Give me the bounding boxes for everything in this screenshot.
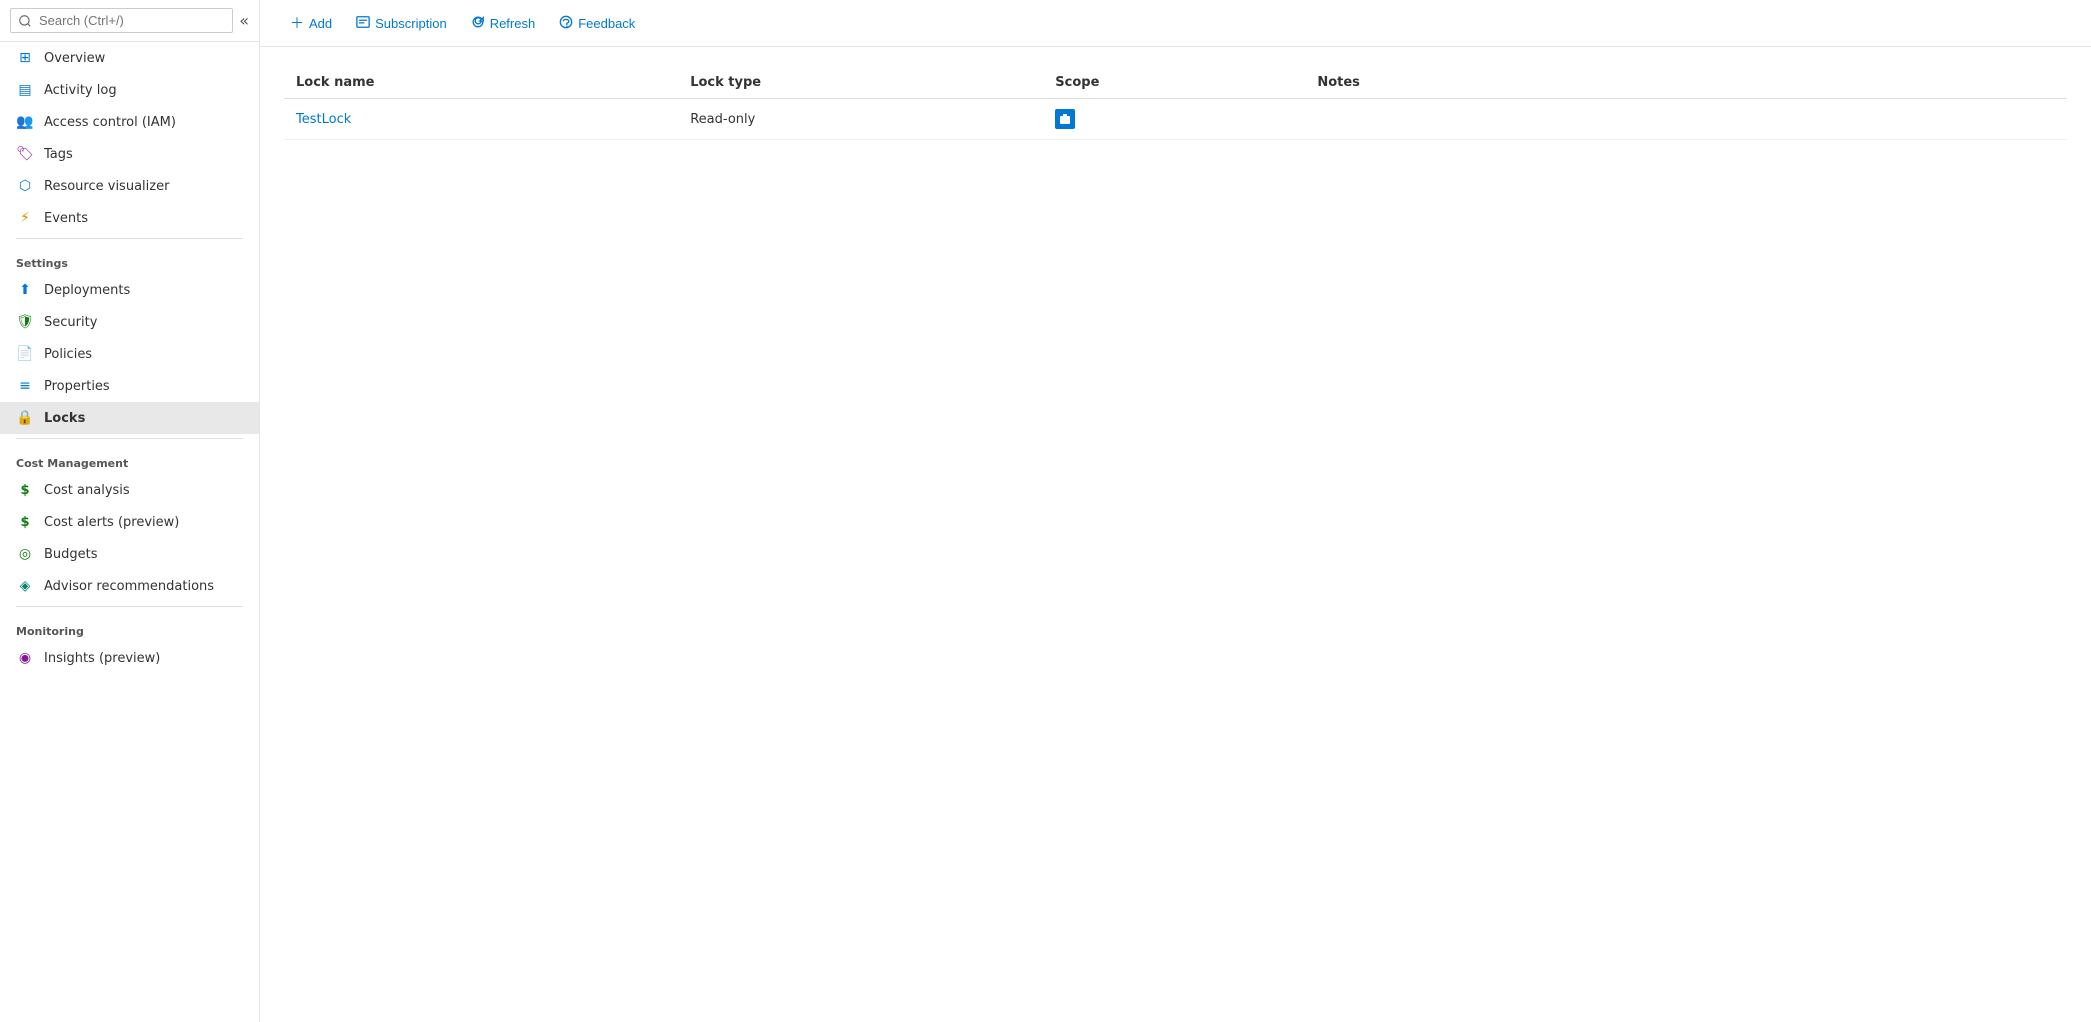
sidebar-item-label: Overview xyxy=(44,51,105,66)
sidebar-item-budgets[interactable]: ◎ Budgets xyxy=(0,538,259,570)
refresh-icon xyxy=(471,15,485,32)
subscription-button[interactable]: Subscription xyxy=(346,10,457,37)
refresh-button[interactable]: Refresh xyxy=(461,10,546,37)
monitoring-section-label: Monitoring xyxy=(0,611,259,642)
lock-name-link[interactable]: TestLock xyxy=(296,112,351,127)
scope-icon xyxy=(1055,109,1075,129)
sidebar-item-label: Deployments xyxy=(44,283,130,298)
insights-icon: ◉ xyxy=(16,649,34,667)
sidebar-item-label: Advisor recommendations xyxy=(44,579,214,594)
sidebar-item-deployments[interactable]: ⬆ Deployments xyxy=(0,274,259,306)
col-lock-type: Lock type xyxy=(678,67,1043,99)
delete-button[interactable]: 🗑 Delete xyxy=(1997,111,2055,127)
sidebar-item-label: Security xyxy=(44,315,97,330)
sidebar-item-label: Properties xyxy=(44,379,110,394)
lock-name-cell: TestLock xyxy=(284,99,678,140)
sidebar-item-label: Locks xyxy=(44,411,85,426)
tags-icon: 🏷 xyxy=(16,145,34,163)
cost-management-divider xyxy=(16,438,243,439)
sidebar-item-label: Events xyxy=(44,211,88,226)
locks-icon: 🔒 xyxy=(16,409,34,427)
sidebar-item-locks[interactable]: 🔒 Locks xyxy=(0,402,259,434)
content-area: Lock name Lock type Scope Notes TestLock… xyxy=(260,47,2091,1022)
cost-analysis-icon: $ xyxy=(16,481,34,499)
resource-visualizer-icon: ⬡ xyxy=(16,177,34,195)
activity-log-icon: ▤ xyxy=(16,81,34,99)
lock-type-value: Read-only xyxy=(690,112,755,127)
sidebar-item-label: Policies xyxy=(44,347,92,362)
sidebar-item-label: Insights (preview) xyxy=(44,651,160,666)
sidebar-item-advisor-recommendations[interactable]: ◈ Advisor recommendations xyxy=(0,570,259,602)
sidebar-item-label: Cost analysis xyxy=(44,483,130,498)
collapse-sidebar-button[interactable]: « xyxy=(239,11,249,30)
sidebar-item-insights[interactable]: ◉ Insights (preview) xyxy=(0,642,259,674)
notes-cell xyxy=(1305,99,1561,140)
edit-button[interactable]: ✏ Edit xyxy=(1948,111,1985,127)
cost-management-section-label: Cost Management xyxy=(0,443,259,474)
subscription-icon xyxy=(356,15,370,32)
sidebar-item-label: Budgets xyxy=(44,547,98,562)
sidebar-item-label: Activity log xyxy=(44,83,117,98)
sidebar-item-label: Cost alerts (preview) xyxy=(44,515,179,530)
edit-icon: ✏ xyxy=(1948,111,1959,127)
table-row: TestLock Read-only xyxy=(284,99,2067,140)
security-icon: 🛡 xyxy=(16,313,34,331)
toolbar: ＋ Add Subscription Refresh xyxy=(260,0,2091,47)
main-content: ＋ Add Subscription Refresh xyxy=(260,0,2091,1022)
advisor-icon: ◈ xyxy=(16,577,34,595)
sidebar-nav: ⊞ Overview ▤ Activity log 👥 Access contr… xyxy=(0,42,259,1022)
sidebar-item-tags[interactable]: 🏷 Tags xyxy=(0,138,259,170)
overview-icon: ⊞ xyxy=(16,49,34,67)
settings-divider xyxy=(16,238,243,239)
budgets-icon: ◎ xyxy=(16,545,34,563)
sidebar-item-activity-log[interactable]: ▤ Activity log xyxy=(0,74,259,106)
add-icon: ＋ xyxy=(290,13,304,33)
actions-cell: ✏ Edit 🗑 Delete xyxy=(1561,99,2067,140)
sidebar-item-label: Tags xyxy=(44,147,73,162)
deployments-icon: ⬆ xyxy=(16,281,34,299)
monitoring-divider xyxy=(16,606,243,607)
sidebar-item-security[interactable]: 🛡 Security xyxy=(0,306,259,338)
lock-type-cell: Read-only xyxy=(678,99,1043,140)
sidebar-item-overview[interactable]: ⊞ Overview xyxy=(0,42,259,74)
col-notes: Notes xyxy=(1305,67,1561,99)
delete-icon: 🗑 xyxy=(1997,111,2014,127)
sidebar-item-cost-analysis[interactable]: $ Cost analysis xyxy=(0,474,259,506)
events-icon: ⚡ xyxy=(16,209,34,227)
col-scope: Scope xyxy=(1043,67,1305,99)
sidebar-search-area: « xyxy=(0,0,259,42)
sidebar-item-resource-visualizer[interactable]: ⬡ Resource visualizer xyxy=(0,170,259,202)
sidebar-item-properties[interactable]: ≡ Properties xyxy=(0,370,259,402)
locks-table: Lock name Lock type Scope Notes TestLock… xyxy=(284,67,2067,140)
scope-cell xyxy=(1043,99,1305,140)
feedback-button[interactable]: Feedback xyxy=(549,10,645,37)
policies-icon: 📄 xyxy=(16,345,34,363)
cost-alerts-icon: $ xyxy=(16,513,34,531)
sidebar: « ⊞ Overview ▤ Activity log 👥 Access con… xyxy=(0,0,260,1022)
settings-section-label: Settings xyxy=(0,243,259,274)
sidebar-item-access-control[interactable]: 👥 Access control (IAM) xyxy=(0,106,259,138)
sidebar-item-policies[interactable]: 📄 Policies xyxy=(0,338,259,370)
sidebar-item-cost-alerts[interactable]: $ Cost alerts (preview) xyxy=(0,506,259,538)
col-actions xyxy=(1561,67,2067,99)
sidebar-item-events[interactable]: ⚡ Events xyxy=(0,202,259,234)
properties-icon: ≡ xyxy=(16,377,34,395)
sidebar-item-label: Access control (IAM) xyxy=(44,115,176,130)
col-lock-name: Lock name xyxy=(284,67,678,99)
sidebar-item-label: Resource visualizer xyxy=(44,179,169,194)
access-control-icon: 👥 xyxy=(16,113,34,131)
search-input[interactable] xyxy=(10,8,233,33)
add-button[interactable]: ＋ Add xyxy=(280,8,342,38)
feedback-icon xyxy=(559,15,573,32)
